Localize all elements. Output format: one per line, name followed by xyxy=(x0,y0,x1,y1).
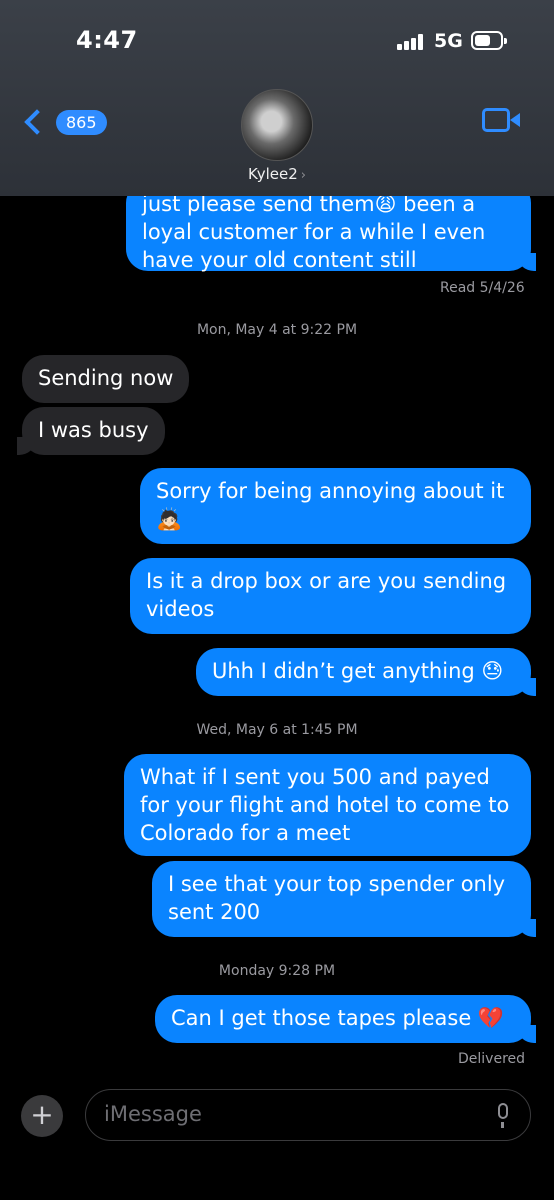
message-bubble-outgoing[interactable]: Sorry for being annoying about it 🙇🏻 xyxy=(140,468,531,544)
chevron-left-icon xyxy=(24,109,50,135)
timestamp-divider: Monday 9:28 PM xyxy=(218,963,336,979)
message-bubble-outgoing[interactable]: What if I sent you 500 and payed for you… xyxy=(124,754,531,856)
imessage-input[interactable] xyxy=(86,1090,466,1138)
message-bubble-incoming[interactable]: Sending now xyxy=(22,355,190,403)
timestamp-divider: Wed, May 6 at 1:45 PM xyxy=(196,722,358,738)
contact-avatar[interactable] xyxy=(241,89,313,161)
message-bubble-outgoing[interactable]: I see that your top spender only sent 20… xyxy=(152,861,536,937)
delivered-receipt: Delivered xyxy=(458,1051,526,1067)
timestamp-divider: Mon, May 4 at 9:22 PM xyxy=(196,322,358,338)
add-attachment-button[interactable]: + xyxy=(21,1095,63,1137)
status-time: 4:47 xyxy=(76,26,138,54)
network-label: 5G xyxy=(434,30,463,52)
chevron-right-icon: › xyxy=(300,168,306,183)
message-composer[interactable] xyxy=(85,1089,531,1141)
video-call-icon[interactable] xyxy=(482,108,520,132)
microphone-icon[interactable] xyxy=(498,1103,508,1128)
message-bubble-outgoing[interactable]: Can I get those tapes please 💔 xyxy=(155,995,536,1043)
signal-icon xyxy=(397,34,425,50)
message-bubble-outgoing[interactable]: Is it a drop box or are you sending vide… xyxy=(130,558,531,634)
unread-count-badge: 865 xyxy=(56,109,107,135)
message-bubble-incoming[interactable]: I was busy xyxy=(17,407,165,455)
battery-icon xyxy=(471,31,507,50)
read-receipt: Read 5/4/26 xyxy=(440,280,525,296)
conversation-header: 4:47 5G 865 Kylee2 › xyxy=(0,0,554,196)
contact-name-button[interactable]: Kylee2 › xyxy=(0,165,554,183)
message-bubble-outgoing[interactable]: Uhh I didn’t get anything 😓 xyxy=(196,648,536,696)
back-button[interactable]: 865 xyxy=(20,104,120,140)
contact-name: Kylee2 xyxy=(248,165,298,183)
